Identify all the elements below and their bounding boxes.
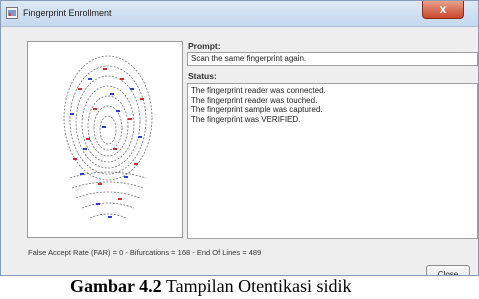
status-line: The fingerprint sample was captured.: [191, 105, 323, 114]
figure-caption-text: Tampilan Otentikasi sidik: [161, 276, 352, 296]
prompt-field: Scan the same fingerprint again.: [187, 52, 478, 66]
figure-caption: Gambar 4.2 Tampilan Otentikasi sidik: [70, 276, 352, 297]
status-log[interactable]: The fingerprint reader was connected. Th…: [187, 83, 478, 239]
prompt-label: Prompt:: [188, 41, 221, 51]
status-line: The fingerprint reader was connected.: [191, 86, 326, 95]
window-title: Fingerprint Enrollment: [23, 8, 112, 18]
status-label: Status:: [188, 71, 217, 81]
fingerprint-image: [63, 55, 153, 219]
status-line: The fingerprint reader was touched.: [191, 95, 318, 105]
title-bar: Fingerprint Enrollment x: [1, 1, 478, 27]
figure-caption-label: Gambar 4.2: [70, 276, 162, 296]
fingerprint-enrollment-window: Fingerprint Enrollment x Prompt: Scan th…: [0, 0, 479, 276]
app-icon: [6, 7, 18, 19]
status-line: The fingerprint was VERIFIED.: [191, 114, 301, 124]
close-button[interactable]: Close: [426, 265, 470, 275]
fingerprint-image-panel: [27, 41, 183, 238]
fingerprint-stats-text: False Accept Rate (FAR) = 0 - Bifurcatio…: [28, 248, 262, 257]
window-close-button[interactable]: x: [422, 1, 464, 19]
